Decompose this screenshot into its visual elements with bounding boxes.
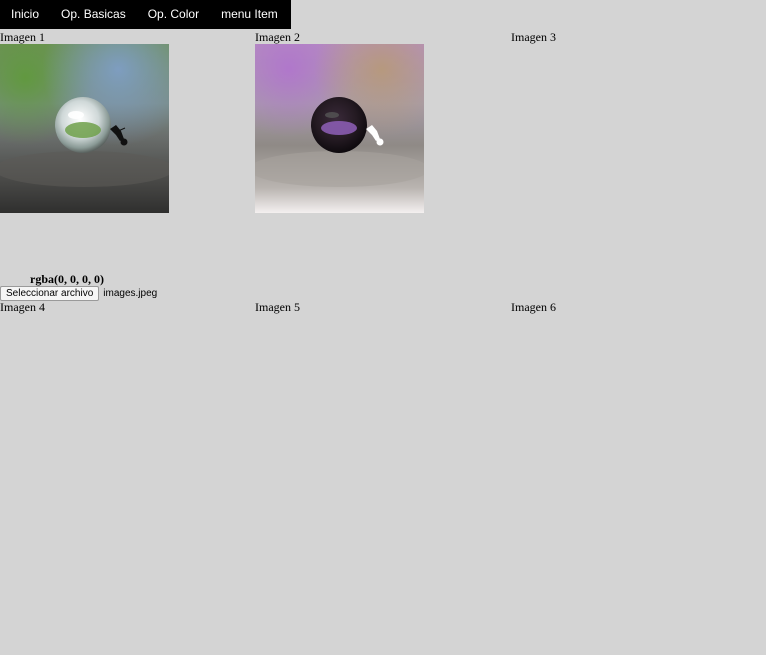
select-file-button[interactable]: Seleccionar archivo — [0, 286, 100, 301]
image-2-label: Imagen 2 — [255, 30, 300, 44]
menu-item-inicio[interactable]: Inicio — [0, 0, 50, 29]
image-3-label: Imagen 3 — [511, 30, 556, 44]
image-1-label: Imagen 1 — [0, 30, 45, 44]
image-4-label: Imagen 4 — [0, 300, 45, 314]
top-menu-bar: Inicio Op. Basicas Op. Color menu Item — [0, 0, 291, 29]
menu-item-menu-item[interactable]: menu Item — [210, 0, 289, 29]
menu-item-op-color[interactable]: Op. Color — [137, 0, 210, 29]
water-drop-ant-image — [0, 44, 169, 213]
water-drop-ant-processed-image — [255, 44, 424, 213]
image-1-original-photo — [0, 44, 169, 213]
image-6-label: Imagen 6 — [511, 300, 556, 314]
image-2-processed-photo — [255, 44, 424, 213]
image-5-label: Imagen 5 — [255, 300, 300, 314]
color-readout: rgba(0, 0, 0, 0) — [30, 272, 104, 286]
file-input: Seleccionar archivo images.jpeg — [0, 286, 157, 301]
menu-item-op-basicas[interactable]: Op. Basicas — [50, 0, 137, 29]
selected-file-name: images.jpeg — [103, 288, 158, 299]
